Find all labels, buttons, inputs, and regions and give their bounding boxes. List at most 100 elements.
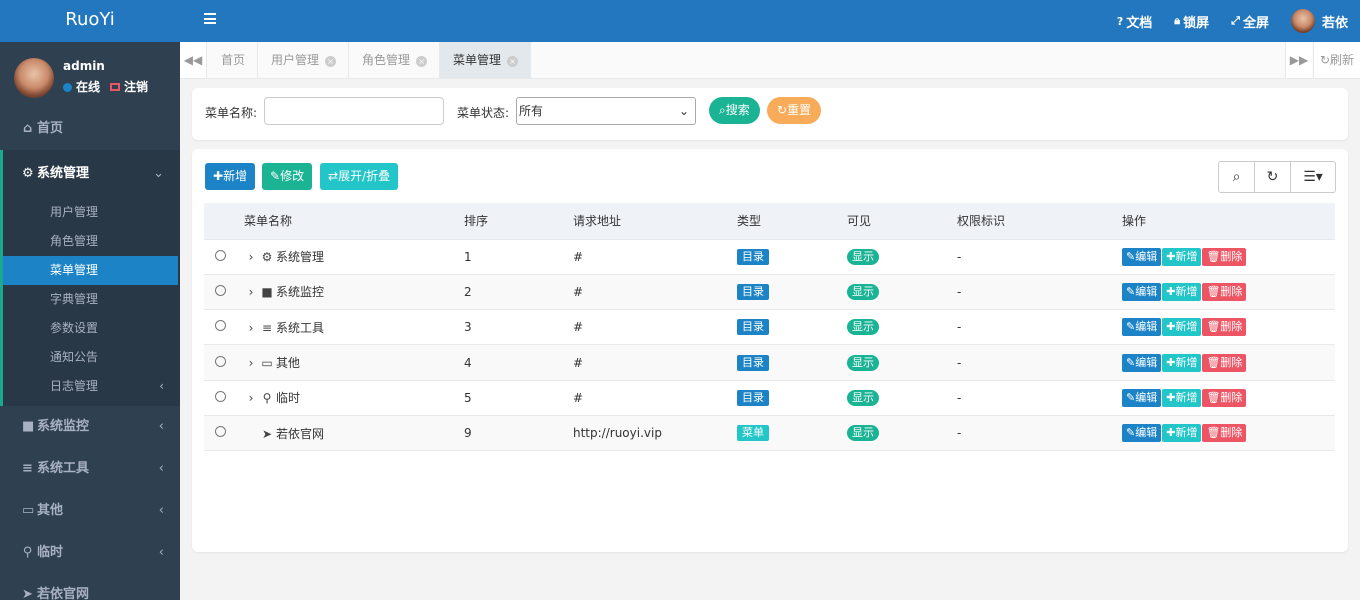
row-radio[interactable] (215, 284, 226, 296)
close-icon[interactable]: × (416, 56, 428, 67)
col-header: 类型 (737, 203, 847, 240)
row-radio[interactable] (215, 426, 226, 438)
row-radio[interactable] (215, 249, 226, 261)
row-delete-button[interactable]: 🗑︎删除 (1202, 424, 1247, 443)
row-add-button[interactable]: ✚新增 (1162, 353, 1202, 372)
search-button[interactable]: ⌕搜索 (709, 97, 760, 124)
sidebar-sub-menu[interactable]: 菜单管理 (3, 256, 178, 285)
sidebar-item-other[interactable]: ▭ 其他 ‹ (0, 490, 180, 532)
table-row[interactable]: › ■ 系统监控 2 # 目录 显示 - ✎编辑 ✚新增 🗑︎删除 (204, 274, 1335, 311)
doc-link[interactable]: ? 文档 (1117, 12, 1152, 31)
type-cell: 目录 (737, 344, 847, 381)
row-edit-button[interactable]: ✎编辑 (1122, 282, 1162, 301)
trash-icon: 🗑︎ (1206, 249, 1221, 263)
refresh-button[interactable]: ↻刷新 (1313, 42, 1360, 78)
sidebar-sub-log[interactable]: 日志管理 ‹ (3, 372, 180, 401)
row-edit-button[interactable]: ✎编辑 (1122, 247, 1162, 266)
sidebar-item-home[interactable]: ⌂ 首页 (0, 108, 180, 150)
menu-name: 若依官网 (276, 426, 325, 441)
menu-status-select[interactable]: 所有 ⌄ (516, 97, 696, 125)
table-row[interactable]: ➤ 若依官网 9 http://ruoyi.vip 菜单 显示 - ✎编辑 ✚新增 🗑︎删除 (204, 415, 1335, 452)
tab-user[interactable]: 用户管理 × (258, 42, 350, 78)
order-cell: 2 (464, 274, 573, 311)
logout-icon[interactable] (110, 83, 121, 91)
table-row[interactable]: › ▭ 其他 4 # 目录 显示 - ✎编辑 ✚新增 🗑︎删除 (204, 344, 1335, 381)
row-delete-button[interactable]: 🗑︎删除 (1202, 247, 1247, 266)
close-icon[interactable]: × (507, 56, 519, 67)
sidebar-item-label: 临时 (37, 545, 64, 560)
row-radio[interactable] (215, 390, 226, 402)
row-add-label: 新增 (1175, 249, 1198, 263)
chevron-right-icon[interactable]: › (244, 321, 258, 335)
table-row[interactable]: › ≡ 系统工具 3 # 目录 显示 - ✎编辑 ✚新增 🗑︎删除 (204, 309, 1335, 346)
actions-cell: ✎编辑 ✚新增 🗑︎删除 (1122, 344, 1335, 381)
sidebar-item-website[interactable]: ➤ 若依官网 (0, 574, 180, 600)
fullscreen-link[interactable]: ⤢ 全屏 (1231, 12, 1269, 31)
tab-label: 用户管理 (271, 53, 320, 67)
menu-toggle-icon[interactable] (204, 13, 216, 24)
row-add-button[interactable]: ✚新增 (1162, 424, 1202, 443)
order-cell: 5 (464, 380, 573, 416)
search-icon[interactable]: ⌕ (1219, 162, 1255, 192)
row-edit-label: 编辑 (1135, 320, 1158, 334)
tab-menu[interactable]: 菜单管理 × (440, 42, 532, 78)
actions-cell: ✎编辑 ✚新增 🗑︎删除 (1122, 239, 1335, 275)
edit-icon: ✎ (1126, 249, 1136, 263)
row-radio[interactable] (215, 355, 226, 367)
refresh-icon: ↻ (777, 103, 788, 117)
reset-button[interactable]: ↻重置 (767, 97, 822, 124)
row-delete-button[interactable]: 🗑︎删除 (1202, 282, 1247, 301)
menu-name: 临时 (276, 391, 301, 406)
user-menu[interactable]: 若依 (1290, 9, 1348, 33)
row-add-button[interactable]: ✚新增 (1162, 282, 1202, 301)
sidebar-item-tools[interactable]: ≡ 系统工具 ‹ (0, 448, 180, 490)
refresh-icon[interactable]: ↻ (1255, 162, 1291, 192)
sidebar-item-monitor[interactable]: ■ 系统监控 ‹ (0, 406, 180, 448)
edit-icon: ✎ (1126, 390, 1136, 404)
chevron-right-icon[interactable]: › (244, 391, 258, 405)
sidebar-sub-role[interactable]: 角色管理 (3, 227, 180, 256)
app-logo[interactable]: RuoYi (0, 0, 180, 42)
chevron-right-icon[interactable]: › (244, 285, 258, 299)
sidebar-sub-notice[interactable]: 通知公告 (3, 343, 180, 372)
online-status: 在线 (76, 80, 101, 94)
menu-name-cell: › ⚲ 临时 (244, 380, 464, 416)
table-row[interactable]: › ⚙ 系统管理 1 # 目录 显示 - ✎编辑 ✚新增 🗑︎删除 (204, 239, 1335, 275)
menu-table-panel: ✚新增 ✎修改 ⇄展开/折叠 ⌕ ↻ ☰▾ 菜单名称 排序 请求地址 类型 可见… (192, 149, 1348, 552)
sidebar-sub-config[interactable]: 参数设置 (3, 314, 180, 343)
expand-collapse-button[interactable]: ⇄展开/折叠 (320, 163, 399, 190)
tab-scroll-left-icon[interactable]: ◀◀ (180, 42, 207, 78)
columns-icon[interactable]: ☰▾ (1291, 162, 1335, 192)
chevron-right-icon[interactable]: › (244, 250, 258, 264)
row-radio[interactable] (215, 320, 226, 332)
sidebar-item-system[interactable]: ⚙ 系统管理 ⌄ (3, 150, 180, 198)
row-add-button[interactable]: ✚新增 (1162, 247, 1202, 266)
row-add-button[interactable]: ✚新增 (1162, 388, 1202, 407)
sidebar-sub-dict[interactable]: 字典管理 (3, 285, 180, 314)
menu-name: 系统监控 (276, 285, 325, 300)
close-icon[interactable]: × (325, 56, 337, 67)
row-select-cell (204, 380, 244, 416)
table-row[interactable]: › ⚲ 临时 5 # 目录 显示 - ✎编辑 ✚新增 🗑︎删除 (204, 380, 1335, 416)
lock-screen-link[interactable]: 🔒︎ 锁屏 (1174, 12, 1209, 31)
row-edit-button[interactable]: ✎编辑 (1122, 388, 1162, 407)
sidebar-sub-user[interactable]: 用户管理 (3, 198, 180, 227)
chevron-left-icon: ‹ (158, 545, 164, 560)
tab-home[interactable]: 首页 (208, 42, 259, 78)
menu-name-input[interactable] (264, 97, 444, 125)
chevron-right-icon[interactable]: › (244, 356, 258, 370)
tab-scroll-right-icon[interactable]: ▶▶ (1285, 42, 1312, 78)
row-delete-button[interactable]: 🗑︎删除 (1202, 318, 1247, 337)
col-select (204, 203, 244, 240)
logout-link[interactable]: 注销 (124, 80, 148, 94)
edit-button[interactable]: ✎修改 (262, 163, 313, 190)
tab-role[interactable]: 角色管理 × (349, 42, 441, 78)
row-edit-button[interactable]: ✎编辑 (1122, 318, 1162, 337)
sidebar-item-temp[interactable]: ⚲ 临时 ‹ (0, 532, 180, 574)
row-edit-button[interactable]: ✎编辑 (1122, 424, 1162, 443)
row-delete-button[interactable]: 🗑︎删除 (1202, 388, 1247, 407)
row-add-button[interactable]: ✚新增 (1162, 318, 1202, 337)
add-button[interactable]: ✚新增 (205, 163, 256, 190)
row-edit-button[interactable]: ✎编辑 (1122, 353, 1162, 372)
row-delete-button[interactable]: 🗑︎删除 (1202, 353, 1247, 372)
